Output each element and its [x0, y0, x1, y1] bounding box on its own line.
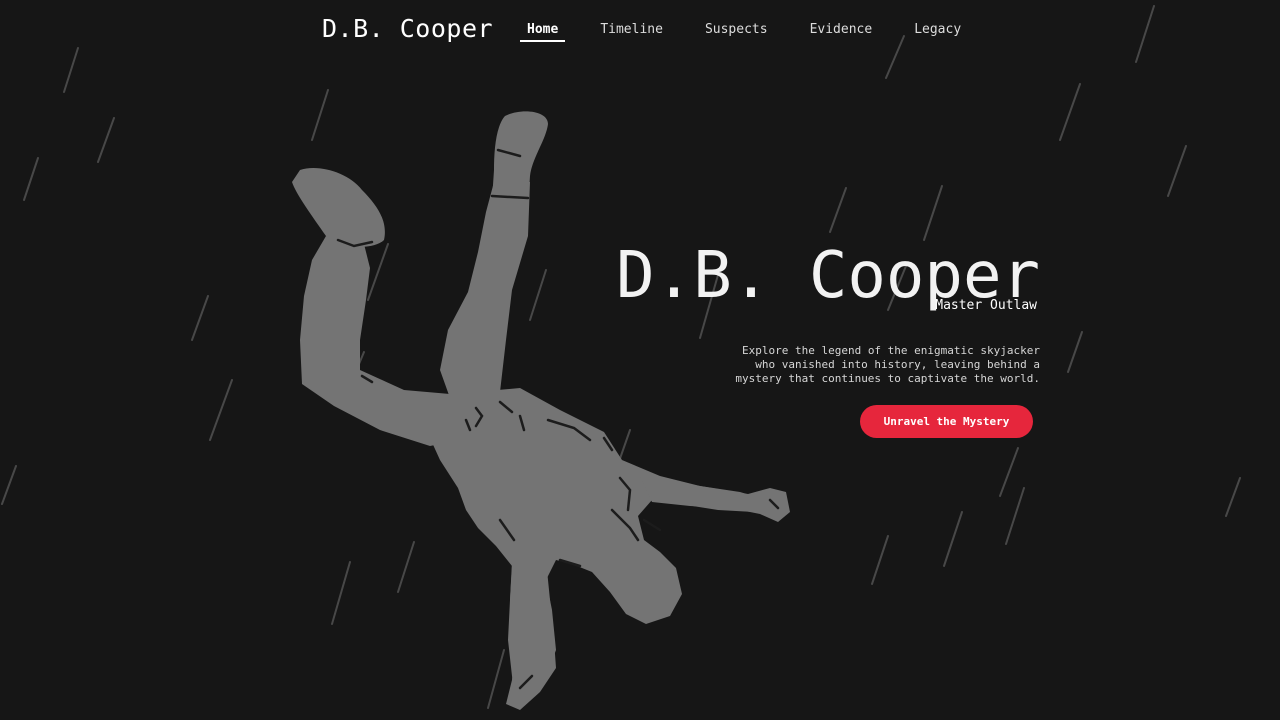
skydiver-silhouette-icon [292, 111, 790, 710]
nav-link-evidence[interactable]: Evidence [803, 20, 880, 42]
nav-links: Home Timeline Suspects Evidence Legacy [520, 20, 996, 42]
brand-logo[interactable]: D.B. Cooper [322, 14, 493, 43]
hero-description-line: Explore the legend of the enigmatic skyj… [741, 344, 1040, 357]
hero-subtitle: Master Outlaw [935, 298, 1037, 313]
hero-description-line: mystery that continues to captivate the … [735, 372, 1040, 385]
nav-link-suspects[interactable]: Suspects [698, 20, 775, 42]
nav-link-timeline[interactable]: Timeline [593, 20, 670, 42]
unravel-mystery-button[interactable]: Unravel the Mystery [860, 405, 1033, 438]
nav-link-legacy[interactable]: Legacy [907, 20, 968, 42]
hero-description: Explore the legend of the enigmatic skyj… [720, 344, 1040, 386]
hero-description-line: who vanished into history, leaving behin… [755, 358, 1040, 371]
nav-link-home[interactable]: Home [520, 20, 566, 42]
top-navbar: D.B. Cooper Home Timeline Suspects Evide… [0, 0, 1280, 62]
hero-section: D.B. Cooper Home Timeline Suspects Evide… [0, 0, 1280, 720]
